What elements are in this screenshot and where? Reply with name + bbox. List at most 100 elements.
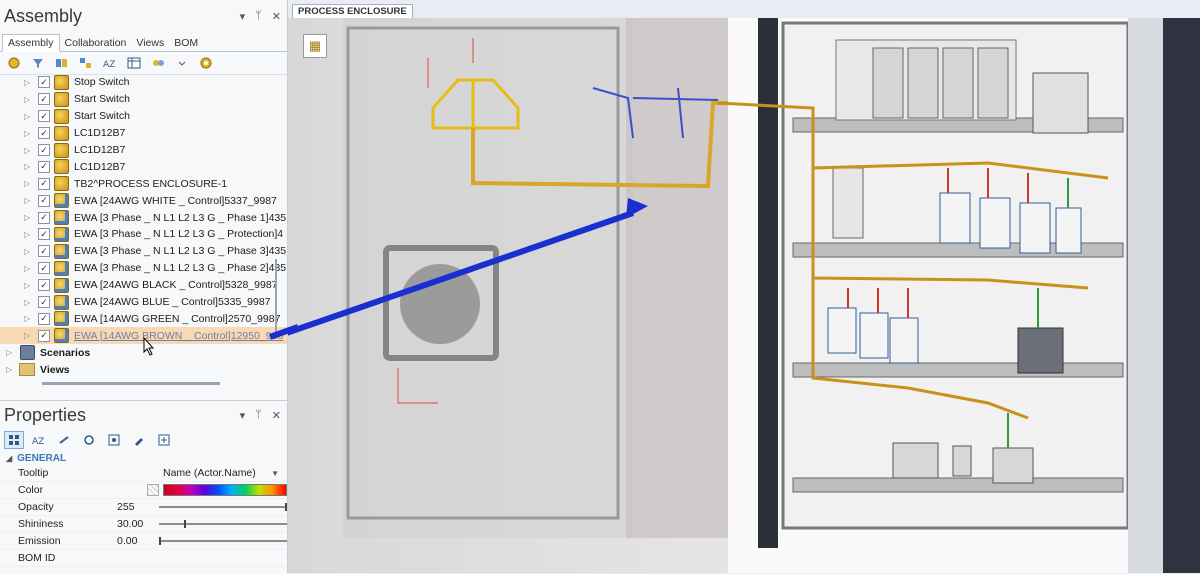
property-row-shininess[interactable]: Shininess 30.00 — [0, 516, 287, 533]
slider-thumb[interactable] — [184, 520, 186, 528]
tree-item[interactable]: ▷ ✓ EWA [14AWG GREEN _ Control]2570_9987 — [0, 310, 287, 327]
document-tab[interactable]: PROCESS ENCLOSURE — [292, 4, 413, 19]
tree-item[interactable]: ▷ ✓ LC1D12B7 — [0, 142, 287, 159]
tree-item[interactable]: ▷ ✓ EWA [24AWG WHITE _ Control]5337_9987 — [0, 192, 287, 209]
visibility-checkbox[interactable]: ✓ — [38, 93, 50, 106]
tree-item[interactable]: ▷ ✓ Start Switch — [0, 91, 287, 108]
filter-icon[interactable] — [28, 54, 48, 72]
expand-icon[interactable]: ▷ — [6, 348, 16, 357]
tree-group-views[interactable]: ▷ Views — [0, 361, 287, 378]
panel-close-icon[interactable]: ✕ — [272, 409, 281, 422]
chevron-down-icon[interactable] — [172, 54, 192, 72]
visibility-checkbox[interactable]: ✓ — [38, 312, 50, 325]
visibility-checkbox[interactable]: ✓ — [38, 177, 50, 190]
shininess-slider[interactable] — [159, 520, 287, 528]
opacity-value[interactable]: 255 — [117, 501, 151, 513]
visibility-checkbox[interactable]: ✓ — [38, 296, 50, 309]
shininess-value[interactable]: 30.00 — [117, 518, 151, 530]
visibility-checkbox[interactable]: ✓ — [38, 211, 50, 224]
visibility-checkbox[interactable]: ✓ — [38, 144, 50, 156]
actor-settings-icon[interactable] — [196, 54, 216, 72]
reset-icon[interactable] — [104, 431, 124, 449]
tree-item[interactable]: ▷ ✓ EWA [24AWG BLACK _ Control]5328_9987 — [0, 277, 287, 294]
tab-assembly[interactable]: Assembly — [2, 34, 60, 52]
tree-item[interactable]: ▷ ✓ LC1D12B7 — [0, 125, 287, 142]
tab-bom[interactable]: BOM — [169, 35, 203, 51]
panel-pin-icon[interactable]: ᛘ — [255, 10, 262, 23]
visibility-checkbox[interactable]: ✓ — [38, 76, 50, 89]
emission-slider[interactable] — [159, 537, 287, 545]
tree-item[interactable]: ▷ ✓ LC1D12B7 — [0, 158, 287, 175]
panel-close-icon[interactable]: ✕ — [272, 10, 281, 23]
chevron-down-icon[interactable]: ▼ — [271, 469, 279, 478]
visibility-checkbox[interactable]: ✓ — [38, 194, 50, 207]
expand-icon[interactable]: ▷ — [6, 365, 16, 374]
expand-icon[interactable]: ▷ — [24, 281, 34, 290]
visibility-checkbox[interactable]: ✓ — [38, 245, 50, 258]
tree-item[interactable]: ▷ ✓ EWA [3 Phase _ N L1 L2 L3 G _ Protecti… — [0, 226, 287, 243]
expand-icon[interactable]: ▷ — [24, 314, 34, 323]
tab-collaboration[interactable]: Collaboration — [60, 35, 132, 51]
tree-item[interactable]: ▷ ✓ Start Switch — [0, 108, 287, 125]
tree-horizontal-scrollbar[interactable] — [42, 382, 220, 385]
expand-icon[interactable]: ▷ — [24, 247, 34, 256]
link-properties-icon[interactable] — [54, 431, 74, 449]
expand-icon[interactable]: ▷ — [24, 78, 34, 87]
expand-icon[interactable]: ▷ — [24, 146, 34, 155]
panel-dropdown-icon[interactable]: ▾ — [240, 10, 246, 23]
tree-item[interactable]: ▷ ✓ EWA [3 Phase _ N L1 L2 L3 G _ Phase 1]… — [0, 209, 287, 226]
visibility-checkbox[interactable]: ✓ — [38, 262, 50, 275]
3d-viewport[interactable]: ▦ — [288, 18, 1200, 573]
expand-icon[interactable]: ▷ — [24, 196, 34, 205]
ungroup-icon[interactable] — [76, 54, 96, 72]
add-property-icon[interactable] — [154, 431, 174, 449]
link-icon[interactable] — [148, 54, 168, 72]
opacity-slider[interactable] — [159, 503, 287, 511]
visibility-checkbox[interactable]: ✓ — [38, 160, 50, 173]
slider-thumb[interactable] — [159, 537, 161, 545]
table-icon[interactable] — [124, 54, 144, 72]
visibility-checkbox[interactable]: ✓ — [38, 228, 50, 241]
property-row-bom-id[interactable]: BOM ID — [0, 550, 287, 567]
expand-icon[interactable]: ▷ — [24, 129, 34, 138]
visibility-checkbox[interactable]: ✓ — [38, 110, 50, 123]
tree-item[interactable]: ▷ ✓ Stop Switch — [0, 74, 287, 91]
expand-icon[interactable]: ▷ — [24, 230, 34, 239]
expand-icon[interactable]: ▷ — [24, 264, 34, 273]
expand-icon[interactable]: ▷ — [24, 179, 34, 188]
property-row-color[interactable]: Color — [0, 482, 287, 499]
property-row-emission[interactable]: Emission 0.00 — [0, 533, 287, 550]
expand-icon[interactable]: ▷ — [24, 331, 34, 340]
tree-item[interactable]: ▷ ✓ EWA [3 Phase _ N L1 L2 L3 G _ Phase 2]… — [0, 260, 287, 277]
film-icon[interactable]: ▦ — [303, 34, 327, 58]
alphabetical-icon[interactable]: AZ — [29, 431, 49, 449]
eyedropper-icon[interactable] — [129, 431, 149, 449]
visibility-checkbox[interactable]: ✓ — [38, 329, 50, 342]
tree-item[interactable]: ▷ ✓ EWA [24AWG BLUE _ Control]5335_9987 — [0, 294, 287, 311]
expand-icon[interactable]: ▷ — [24, 112, 34, 121]
property-row-opacity[interactable]: Opacity 255 — [0, 499, 287, 516]
refresh-icon[interactable] — [79, 431, 99, 449]
expand-icon[interactable]: ▷ — [24, 95, 34, 104]
panel-dropdown-icon[interactable]: ▾ — [240, 409, 246, 422]
group-icon[interactable] — [52, 54, 72, 72]
section-general[interactable]: ◢ GENERAL — [0, 451, 287, 465]
emission-value[interactable]: 0.00 — [117, 535, 151, 547]
slider-thumb[interactable] — [285, 503, 287, 511]
tree-item[interactable]: ▷ ✓ TB2^PROCESS ENCLOSURE-1 — [0, 175, 287, 192]
expand-icon[interactable]: ▷ — [24, 298, 34, 307]
sort-icon[interactable]: AZ — [100, 54, 120, 72]
property-row-tooltip[interactable]: Tooltip Name (Actor.Name) ▼ — [0, 465, 287, 482]
tab-views[interactable]: Views — [131, 35, 169, 51]
expand-icon[interactable]: ▷ — [24, 162, 34, 171]
color-swatch[interactable] — [147, 484, 159, 496]
visibility-checkbox[interactable]: ✓ — [38, 127, 50, 140]
tooltip-value[interactable]: Name (Actor.Name) — [163, 467, 256, 479]
tree-item[interactable]: ▷ ✓ EWA [3 Phase _ N L1 L2 L3 G _ Phase 3]… — [0, 243, 287, 260]
visibility-checkbox[interactable]: ✓ — [38, 279, 50, 292]
expand-icon[interactable]: ▷ — [24, 213, 34, 222]
panel-pin-icon[interactable]: ᛘ — [255, 409, 262, 422]
categorized-icon[interactable] — [4, 431, 24, 449]
actor-icon[interactable] — [4, 54, 24, 72]
color-spectrum[interactable] — [163, 484, 287, 496]
